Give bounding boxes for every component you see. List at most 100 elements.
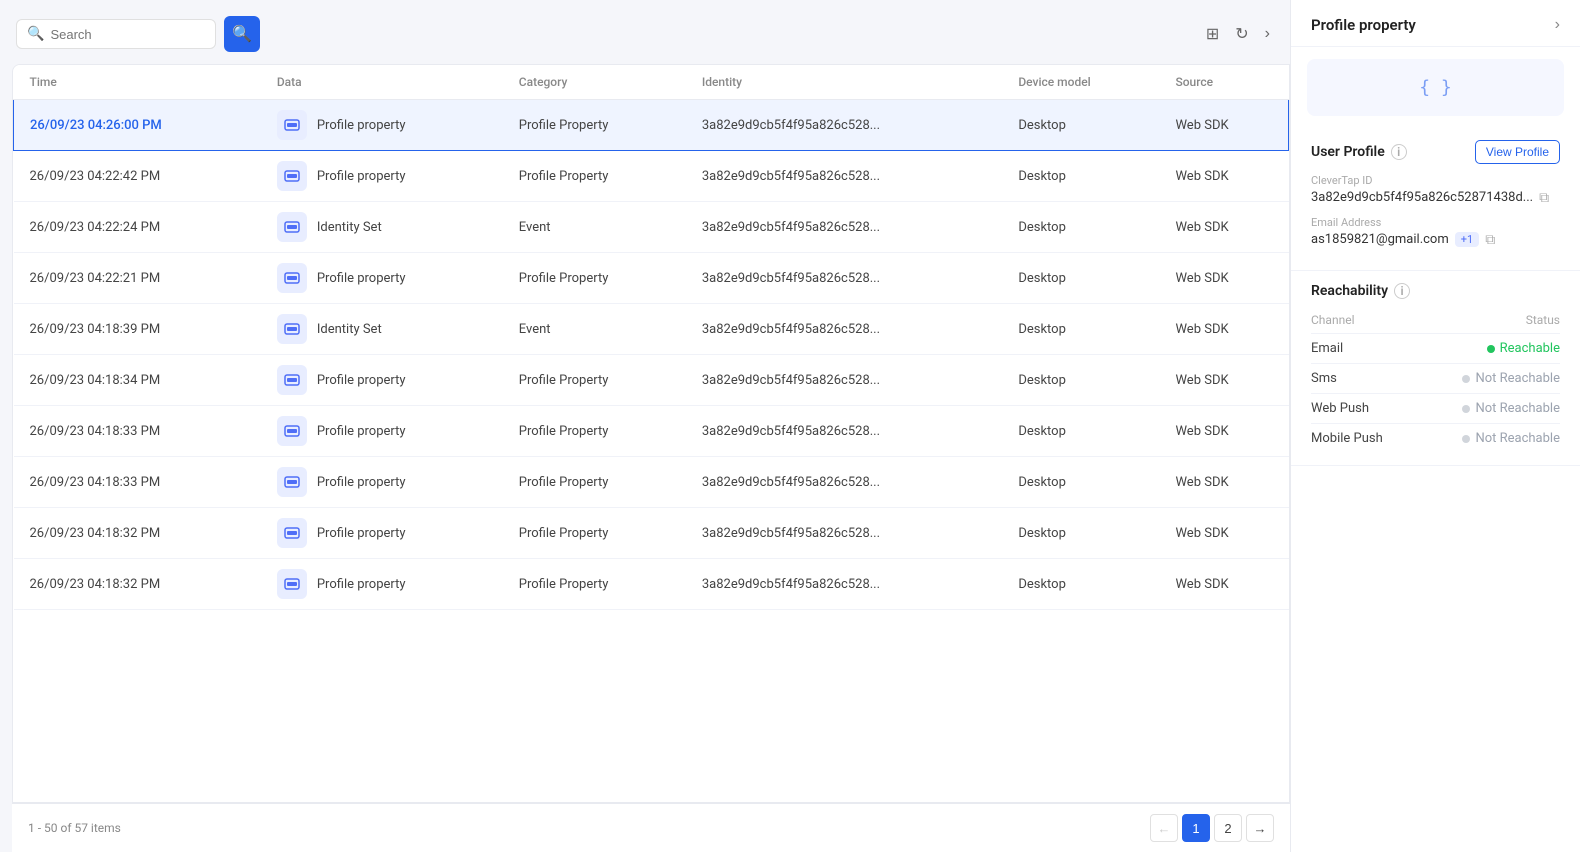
page-2-button[interactable]: 2 (1214, 814, 1242, 842)
category-cell: Profile Property (503, 253, 686, 304)
device-cell: Desktop (1002, 253, 1159, 304)
device-cell: Desktop (1002, 304, 1159, 355)
data-cell: Identity Set (261, 202, 503, 253)
toolbar-actions: ⊞ ↻ › (1202, 20, 1274, 48)
data-cell: Profile property (261, 508, 503, 559)
status-text: Not Reachable (1475, 431, 1560, 446)
email-value-row: as1859821@gmail.com +1 ⧉ (1311, 231, 1560, 248)
reachability-section: Reachability i Channel Status Email Reac… (1291, 271, 1580, 466)
category-cell: Event (503, 202, 686, 253)
data-cell: Profile property (261, 253, 503, 304)
channel-header: Channel (1311, 313, 1354, 327)
category-cell: Profile Property (503, 355, 686, 406)
pagination-controls: ← 1 2 → (1150, 814, 1274, 842)
table-row[interactable]: 26/09/23 04:22:24 PM Identity Set Event … (14, 202, 1289, 253)
table-row[interactable]: 26/09/23 04:18:34 PM Profile property Pr… (14, 355, 1289, 406)
copy-email-button[interactable]: ⧉ (1485, 231, 1495, 248)
table-header-row: Time Data Category Identity Device model… (14, 65, 1289, 100)
col-identity: Identity (686, 65, 1002, 100)
copy-clevertap-id-button[interactable]: ⧉ (1539, 189, 1549, 206)
channel-status: Not Reachable (1462, 401, 1560, 416)
user-profile-section: User Profile i View Profile CleverTap ID… (1291, 128, 1580, 271)
reachability-row: Mobile Push Not Reachable (1311, 423, 1560, 453)
table-row[interactable]: 26/09/23 04:18:32 PM Profile property Pr… (14, 559, 1289, 610)
time-cell: 26/09/23 04:22:24 PM (14, 202, 261, 253)
source-cell: Web SDK (1159, 151, 1288, 202)
prev-page-button[interactable]: ← (1150, 814, 1178, 842)
table-row[interactable]: 26/09/23 04:18:33 PM Profile property Pr… (14, 406, 1289, 457)
pagination-info: 1 - 50 of 57 items (28, 821, 121, 835)
device-cell: Desktop (1002, 559, 1159, 610)
category-cell: Profile Property (503, 559, 686, 610)
reachability-header: Channel Status (1311, 309, 1560, 333)
reachability-rows: Email Reachable Sms Not Reachable Web Pu… (1311, 333, 1560, 453)
events-table-container: Time Data Category Identity Device model… (12, 64, 1290, 803)
status-text: Not Reachable (1475, 401, 1560, 416)
refresh-button[interactable]: ↻ (1231, 20, 1252, 48)
category-cell: Profile Property (503, 406, 686, 457)
search-button[interactable]: 🔍 (224, 16, 260, 52)
device-cell: Desktop (1002, 406, 1159, 457)
table-row[interactable]: 26/09/23 04:22:21 PM Profile property Pr… (14, 253, 1289, 304)
search-input[interactable] (50, 27, 205, 42)
reachability-row: Web Push Not Reachable (1311, 393, 1560, 423)
data-type-icon (277, 569, 307, 599)
user-profile-info-icon: i (1391, 144, 1407, 160)
reachability-row: Email Reachable (1311, 333, 1560, 363)
search-btn-icon: 🔍 (232, 24, 252, 44)
data-cell: Profile property (261, 100, 503, 151)
time-cell: 26/09/23 04:22:21 PM (14, 253, 261, 304)
data-name-text: Identity Set (317, 322, 382, 337)
device-cell: Desktop (1002, 151, 1159, 202)
data-type-icon (277, 263, 307, 293)
time-cell: 26/09/23 04:18:34 PM (14, 355, 261, 406)
data-name-text: Profile property (317, 169, 406, 184)
status-dot-icon (1462, 435, 1470, 443)
table-row[interactable]: 26/09/23 04:22:42 PM Profile property Pr… (14, 151, 1289, 202)
col-source: Source (1159, 65, 1288, 100)
view-profile-button[interactable]: View Profile (1475, 140, 1560, 164)
time-cell: 26/09/23 04:26:00 PM (14, 100, 261, 151)
table-row[interactable]: 26/09/23 04:18:32 PM Profile property Pr… (14, 508, 1289, 559)
data-type-icon (277, 416, 307, 446)
data-type-icon (277, 110, 307, 140)
columns-toggle-button[interactable]: ⊞ (1202, 20, 1223, 48)
data-name-text: Profile property (317, 577, 406, 592)
channel-name: Sms (1311, 371, 1337, 386)
identity-cell: 3a82e9d9cb5f4f95a826c528... (686, 559, 1002, 610)
panel-expand-button[interactable]: › (1555, 16, 1560, 34)
source-cell: Web SDK (1159, 457, 1288, 508)
col-data: Data (261, 65, 503, 100)
code-braces-icon: { } (1419, 77, 1452, 98)
code-preview-section: { } (1307, 59, 1564, 116)
data-type-icon (277, 314, 307, 344)
identity-cell: 3a82e9d9cb5f4f95a826c528... (686, 202, 1002, 253)
next-page-button[interactable]: → (1246, 814, 1274, 842)
data-name-text: Profile property (317, 526, 406, 541)
expand-panel-button[interactable]: › (1261, 21, 1274, 47)
clevertap-id-block: CleverTap ID 3a82e9d9cb5f4f95a826c528714… (1311, 174, 1560, 206)
email-badge: +1 (1455, 232, 1479, 247)
device-cell: Desktop (1002, 508, 1159, 559)
category-cell: Event (503, 304, 686, 355)
table-row[interactable]: 26/09/23 04:26:00 PM Profile property Pr… (14, 100, 1289, 151)
identity-cell: 3a82e9d9cb5f4f95a826c528... (686, 355, 1002, 406)
pagination-bar: 1 - 50 of 57 items ← 1 2 → (12, 803, 1290, 852)
page-1-button[interactable]: 1 (1182, 814, 1210, 842)
identity-cell: 3a82e9d9cb5f4f95a826c528... (686, 304, 1002, 355)
status-header: Status (1526, 313, 1560, 327)
table-row[interactable]: 26/09/23 04:18:33 PM Profile property Pr… (14, 457, 1289, 508)
channel-status: Not Reachable (1462, 371, 1560, 386)
data-type-icon (277, 212, 307, 242)
reachability-info-icon: i (1394, 283, 1410, 299)
time-cell: 26/09/23 04:22:42 PM (14, 151, 261, 202)
table-row[interactable]: 26/09/23 04:18:39 PM Identity Set Event … (14, 304, 1289, 355)
source-cell: Web SDK (1159, 508, 1288, 559)
email-label: Email Address (1311, 216, 1560, 229)
reachability-title-row: Reachability i (1311, 283, 1560, 299)
main-area: 🔍 🔍 ⊞ ↻ › Time Data Category Identity De… (0, 0, 1290, 852)
data-cell: Profile property (261, 406, 503, 457)
device-cell: Desktop (1002, 355, 1159, 406)
device-cell: Desktop (1002, 202, 1159, 253)
status-text: Not Reachable (1475, 371, 1560, 386)
